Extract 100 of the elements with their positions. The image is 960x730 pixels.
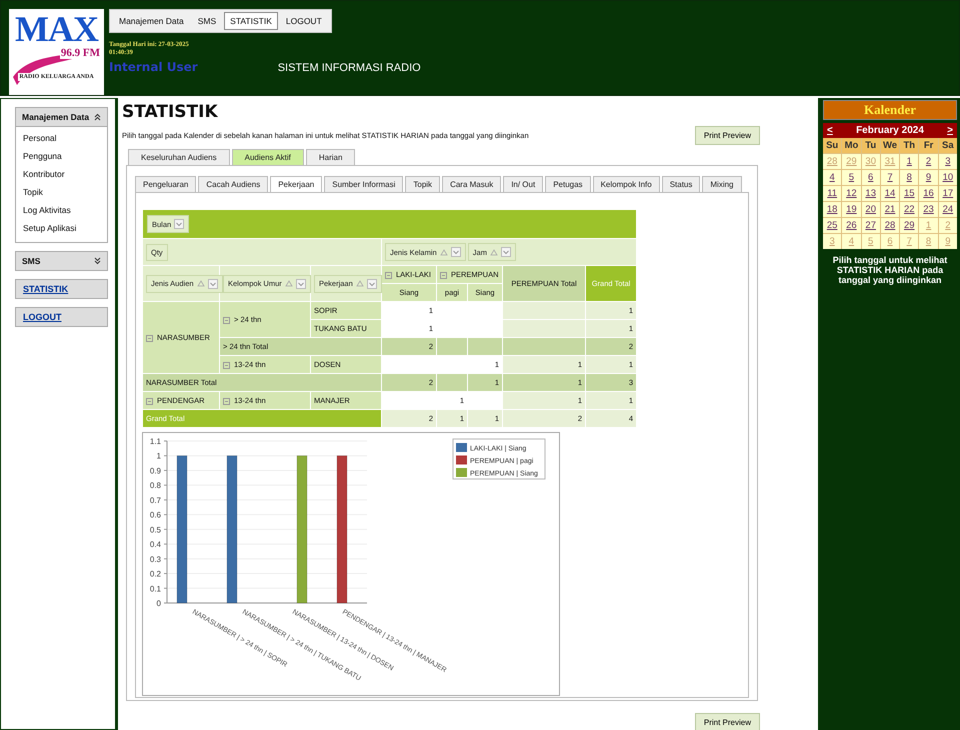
collapse-icon[interactable] <box>223 398 230 405</box>
calendar-day[interactable]: 17 <box>938 186 957 201</box>
tab[interactable]: Sumber Informasi <box>324 176 404 192</box>
sort-icon[interactable] <box>440 248 448 256</box>
weekday-label: Su <box>823 138 842 153</box>
dropdown-icon[interactable] <box>366 278 377 288</box>
sort-icon[interactable] <box>356 280 364 287</box>
calendar-day[interactable]: 12 <box>842 186 861 201</box>
calendar-day[interactable]: 18 <box>823 202 842 217</box>
calendar-day[interactable]: 6 <box>862 170 880 185</box>
tick-label: 0.8 <box>150 481 161 490</box>
calendar-day[interactable]: 4 <box>823 170 842 185</box>
menu-item[interactable]: Manajemen Data <box>113 12 190 30</box>
tab[interactable]: Cacah Audiens <box>198 176 268 192</box>
calendar-day[interactable]: 28 <box>880 218 900 233</box>
tab[interactable]: Status <box>662 176 700 192</box>
tick-label: 0.2 <box>150 570 161 579</box>
calendar-day[interactable]: 20 <box>862 202 880 217</box>
calendar-day[interactable]: 27 <box>862 218 880 233</box>
tab[interactable]: Audiens Aktif <box>232 149 304 165</box>
page-title: STATISTIK <box>122 102 219 122</box>
calendar-day[interactable]: 25 <box>823 218 842 233</box>
sidebar-item[interactable]: Pengguna <box>23 148 100 166</box>
tab[interactable]: Harian <box>306 149 356 165</box>
month-label: February 2024 <box>856 125 924 136</box>
collapse-icon[interactable] <box>223 362 230 369</box>
collapse-icon[interactable] <box>223 316 230 324</box>
dropdown-icon[interactable] <box>450 247 461 257</box>
dropdown-icon[interactable] <box>208 278 218 288</box>
calendar-note: Pilih tanggal untuk melihat STATISTIK HARIAN pada tanggal yang diinginkan <box>832 255 948 285</box>
calendar-day[interactable]: 14 <box>880 186 900 201</box>
user-label: Internal User <box>109 60 198 74</box>
calendar-day[interactable]: 23 <box>919 202 938 217</box>
sidebar-link[interactable]: LOGOUT <box>15 307 108 327</box>
panel-header[interactable]: SMS <box>15 251 108 271</box>
dropdown-icon[interactable] <box>174 219 184 229</box>
tab[interactable]: Topik <box>405 176 440 192</box>
tab[interactable]: Keseluruhan Audiens <box>128 149 230 165</box>
collapse-icon[interactable] <box>146 334 153 342</box>
tab[interactable]: Pekerjaan <box>270 176 322 192</box>
weekday-label: Fr <box>919 138 938 153</box>
menu-item[interactable]: STATISTIK <box>224 12 278 30</box>
weekday-label: Sa <box>938 138 957 153</box>
tick-label: 1.1 <box>150 437 161 446</box>
sort-icon[interactable] <box>490 248 498 256</box>
weekday-label: Th <box>900 138 918 153</box>
calendar-day[interactable]: 22 <box>900 202 918 217</box>
sidebar-link[interactable]: STATISTIK <box>15 279 108 299</box>
legend-swatch <box>456 468 467 477</box>
logo-text: MAX <box>15 11 98 47</box>
tab[interactable]: Petugas <box>545 176 591 192</box>
calendar-day[interactable]: 16 <box>919 186 938 201</box>
sidebar-item[interactable]: Setup Aplikasi <box>23 220 100 238</box>
print-preview-button[interactable]: Print Preview <box>694 713 760 730</box>
calendar-day[interactable]: 19 <box>842 202 861 217</box>
sidebar-item[interactable]: Log Aktivitas <box>23 202 100 220</box>
calendar-day[interactable]: 2 <box>919 154 938 169</box>
sort-icon[interactable] <box>284 280 293 287</box>
tab[interactable]: Mixing <box>702 176 742 192</box>
tab[interactable]: Cara Masuk <box>442 176 502 192</box>
tab[interactable]: Kelompok Info <box>592 176 660 192</box>
tab[interactable]: Pengeluaran <box>135 176 196 192</box>
calendar-day[interactable]: 29 <box>900 218 918 233</box>
collapse-icon[interactable] <box>440 272 447 279</box>
legend-swatch <box>456 456 467 464</box>
calendar-day[interactable]: 26 <box>842 218 861 233</box>
sidebar-item[interactable]: Personal <box>23 130 100 148</box>
panel-header[interactable]: Manajemen Data <box>15 107 108 127</box>
calendar-day[interactable]: 24 <box>938 202 957 217</box>
dropdown-icon[interactable] <box>500 247 511 257</box>
prev-month-link[interactable]: < <box>827 125 833 136</box>
sort-icon[interactable] <box>196 280 205 287</box>
calendar-day[interactable]: 13 <box>862 186 880 201</box>
calendar-day[interactable]: 21 <box>880 202 900 217</box>
calendar-title: Kalender <box>823 100 957 120</box>
calendar-day[interactable]: 9 <box>919 170 938 185</box>
calendar-day[interactable]: 10 <box>938 170 957 185</box>
tick-label: 0.6 <box>150 510 161 520</box>
expand-icon <box>94 257 101 265</box>
print-preview-button[interactable]: Print Preview <box>694 126 760 145</box>
tab[interactable]: In/ Out <box>503 176 544 192</box>
calendar-day[interactable]: 3 <box>938 154 957 169</box>
sidebar-item[interactable]: Kontributor <box>23 166 100 184</box>
calendar-day[interactable]: 5 <box>842 170 861 185</box>
next-month-link[interactable]: > <box>947 125 953 136</box>
calendar-day[interactable]: 11 <box>823 186 842 201</box>
sidebar-item[interactable]: Topik <box>23 184 100 202</box>
calendar-day[interactable]: 1 <box>900 154 918 169</box>
tick-label: 0.5 <box>150 525 161 534</box>
calendar-day[interactable]: 8 <box>900 170 918 185</box>
menu-item[interactable]: LOGOUT <box>280 12 328 30</box>
calendar-day[interactable]: 15 <box>900 186 918 201</box>
calendar-day[interactable]: 7 <box>880 170 900 185</box>
collapse-icon[interactable] <box>146 398 153 405</box>
weekday-label: Tu <box>862 138 880 153</box>
menu-item[interactable]: SMS <box>192 12 222 30</box>
tick-label: 0.7 <box>150 496 161 505</box>
collapse-icon[interactable] <box>385 272 392 279</box>
dropdown-icon[interactable] <box>296 278 306 288</box>
tick-label: 0.1 <box>150 584 161 594</box>
